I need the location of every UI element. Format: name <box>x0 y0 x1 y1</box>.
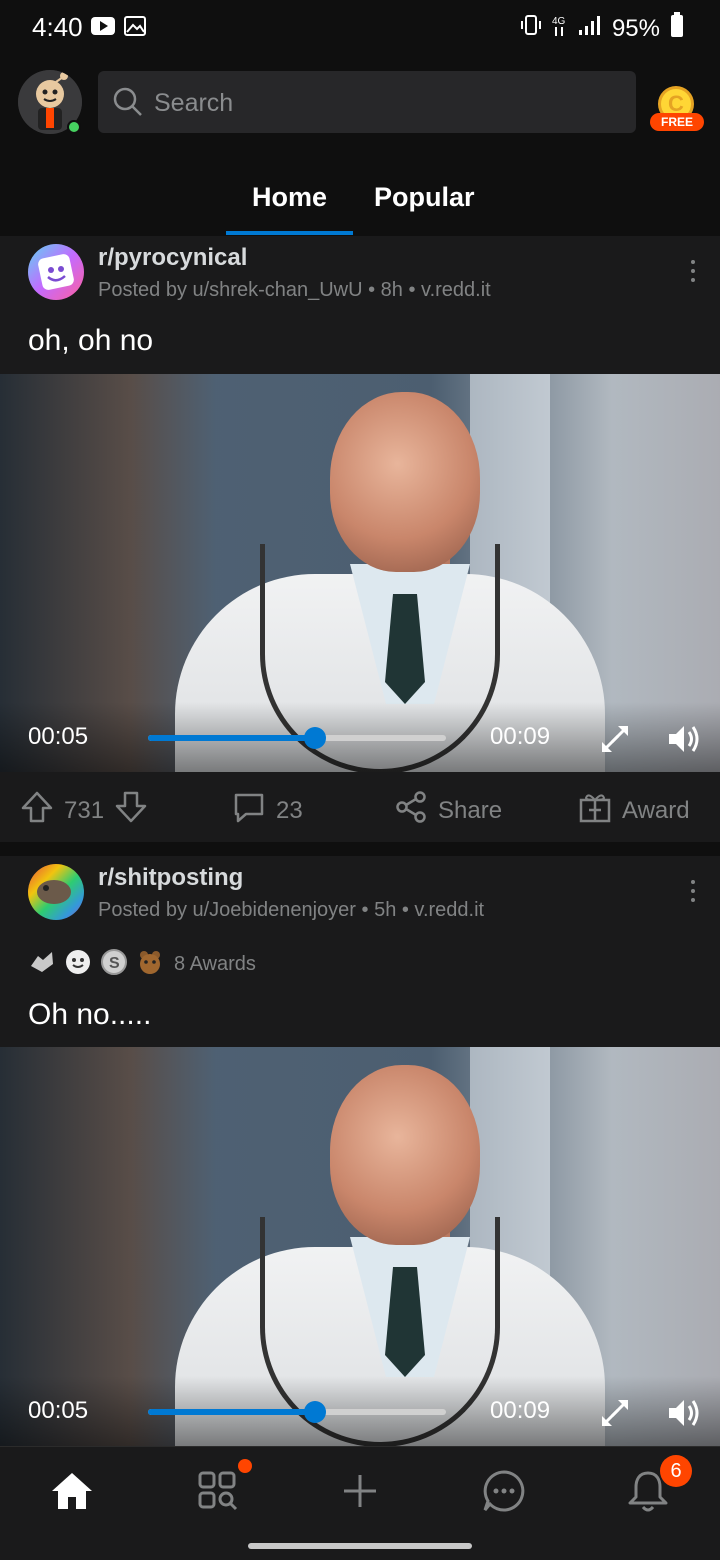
post-video[interactable]: 00:05 00:09 <box>0 374 720 772</box>
post-more-options-button[interactable] <box>688 880 698 910</box>
nav-discover-button[interactable] <box>194 1459 252 1515</box>
comment-count: 23 <box>276 796 303 824</box>
signal-icon <box>578 14 602 43</box>
post-meta: Posted by u/Joebidenenjoyer • 5h • v.red… <box>98 899 485 921</box>
share-label: Share <box>438 796 503 824</box>
battery-percent: 95% <box>611 14 660 42</box>
video-seek-bar[interactable] <box>148 1401 446 1423</box>
gallery-icon <box>124 16 146 41</box>
nav-chat-button[interactable] <box>480 1467 528 1515</box>
share-button[interactable]: Share <box>394 790 502 831</box>
feed-tabs: Home Popular <box>0 152 720 236</box>
awards-count: 8 Awards <box>174 953 256 975</box>
silver-award-icon: S <box>100 948 128 981</box>
vote-group: 731 <box>20 790 148 831</box>
home-icon <box>48 1473 96 1519</box>
inbox-badge: 6 <box>660 1455 692 1487</box>
comment-icon <box>232 790 266 831</box>
subreddit-name[interactable]: r/shitposting <box>98 864 243 892</box>
downvote-icon[interactable] <box>114 790 148 831</box>
video-controls: 00:05 00:09 <box>0 702 720 772</box>
online-status-dot <box>67 120 81 134</box>
post-card[interactable]: r/pyrocynical Posted by u/shrek-chan_UwU… <box>0 236 720 842</box>
subreddit-avatar[interactable] <box>28 864 84 920</box>
tab-popular[interactable]: Popular <box>374 182 475 213</box>
post-more-options-button[interactable] <box>688 260 698 290</box>
comments-button[interactable]: 23 <box>232 790 303 831</box>
chat-icon <box>480 1470 528 1519</box>
status-time: 4:40 <box>32 12 83 42</box>
subreddit-avatar[interactable] <box>28 244 84 300</box>
volume-icon[interactable] <box>666 1396 702 1435</box>
nav-create-button[interactable] <box>336 1467 384 1515</box>
award-label: Award <box>622 796 690 824</box>
gesture-home-indicator[interactable] <box>248 1543 472 1549</box>
gift-icon <box>578 790 612 831</box>
battery-icon <box>670 12 684 45</box>
app-header: Search C FREE <box>0 56 720 152</box>
award-button[interactable]: Award <box>578 790 690 831</box>
post-card[interactable]: r/shitposting Posted by u/Joebidenenjoye… <box>0 856 720 1446</box>
vibrate-icon <box>520 14 542 43</box>
search-bar[interactable]: Search <box>98 71 636 133</box>
subreddit-name[interactable]: r/pyrocynical <box>98 244 247 272</box>
vote-score: 731 <box>64 796 105 824</box>
bottom-navigation: 6 <box>0 1446 720 1560</box>
active-tab-indicator <box>226 231 353 235</box>
bell-icon <box>624 1471 672 1519</box>
search-icon <box>112 86 144 123</box>
video-current-time: 00:05 <box>28 723 89 750</box>
video-progress-fill <box>148 735 315 741</box>
svg-text:4G: 4G <box>552 16 566 27</box>
wholesome-award-icon <box>64 948 92 981</box>
video-seek-bar[interactable] <box>148 727 446 749</box>
post-title[interactable]: Oh no..... <box>28 998 151 1032</box>
post-divider <box>0 842 720 856</box>
youtube-icon <box>90 16 116 41</box>
search-placeholder: Search <box>154 89 234 117</box>
plus-icon <box>336 1475 384 1519</box>
video-duration: 00:09 <box>490 723 551 750</box>
nav-home-button[interactable] <box>48 1467 96 1515</box>
video-controls: 00:05 00:09 <box>0 1376 720 1446</box>
post-meta: Posted by u/shrek-chan_UwU • 8h • v.redd… <box>98 279 491 301</box>
nav-inbox-button[interactable]: 6 <box>624 1455 692 1515</box>
free-badge[interactable]: FREE <box>650 113 704 131</box>
volume-icon[interactable] <box>666 722 702 761</box>
post-title[interactable]: oh, oh no <box>28 324 153 358</box>
helpful-award-icon <box>28 948 56 981</box>
fullscreen-icon[interactable] <box>598 1396 632 1435</box>
post-video[interactable]: 00:05 00:09 <box>0 1047 720 1446</box>
video-seek-handle[interactable] <box>303 1401 326 1423</box>
tab-home[interactable]: Home <box>252 182 327 213</box>
svg-text:S: S <box>109 955 120 972</box>
status-bar: 4:40 4G 95% <box>0 0 720 56</box>
share-icon <box>394 790 428 831</box>
video-seek-handle[interactable] <box>303 727 326 749</box>
communities-icon <box>194 1471 242 1519</box>
data-icon: 4G <box>552 13 568 44</box>
bear-award-icon <box>136 948 164 981</box>
notification-dot <box>238 1459 252 1473</box>
awards-row[interactable]: S 8 Awards <box>28 948 256 981</box>
video-current-time: 00:05 <box>28 1397 89 1424</box>
fullscreen-icon[interactable] <box>598 722 632 761</box>
post-actions: 731 23 Share Award <box>0 772 720 842</box>
video-duration: 00:09 <box>490 1397 551 1424</box>
upvote-icon[interactable] <box>20 790 54 831</box>
video-progress-fill <box>148 1409 315 1415</box>
